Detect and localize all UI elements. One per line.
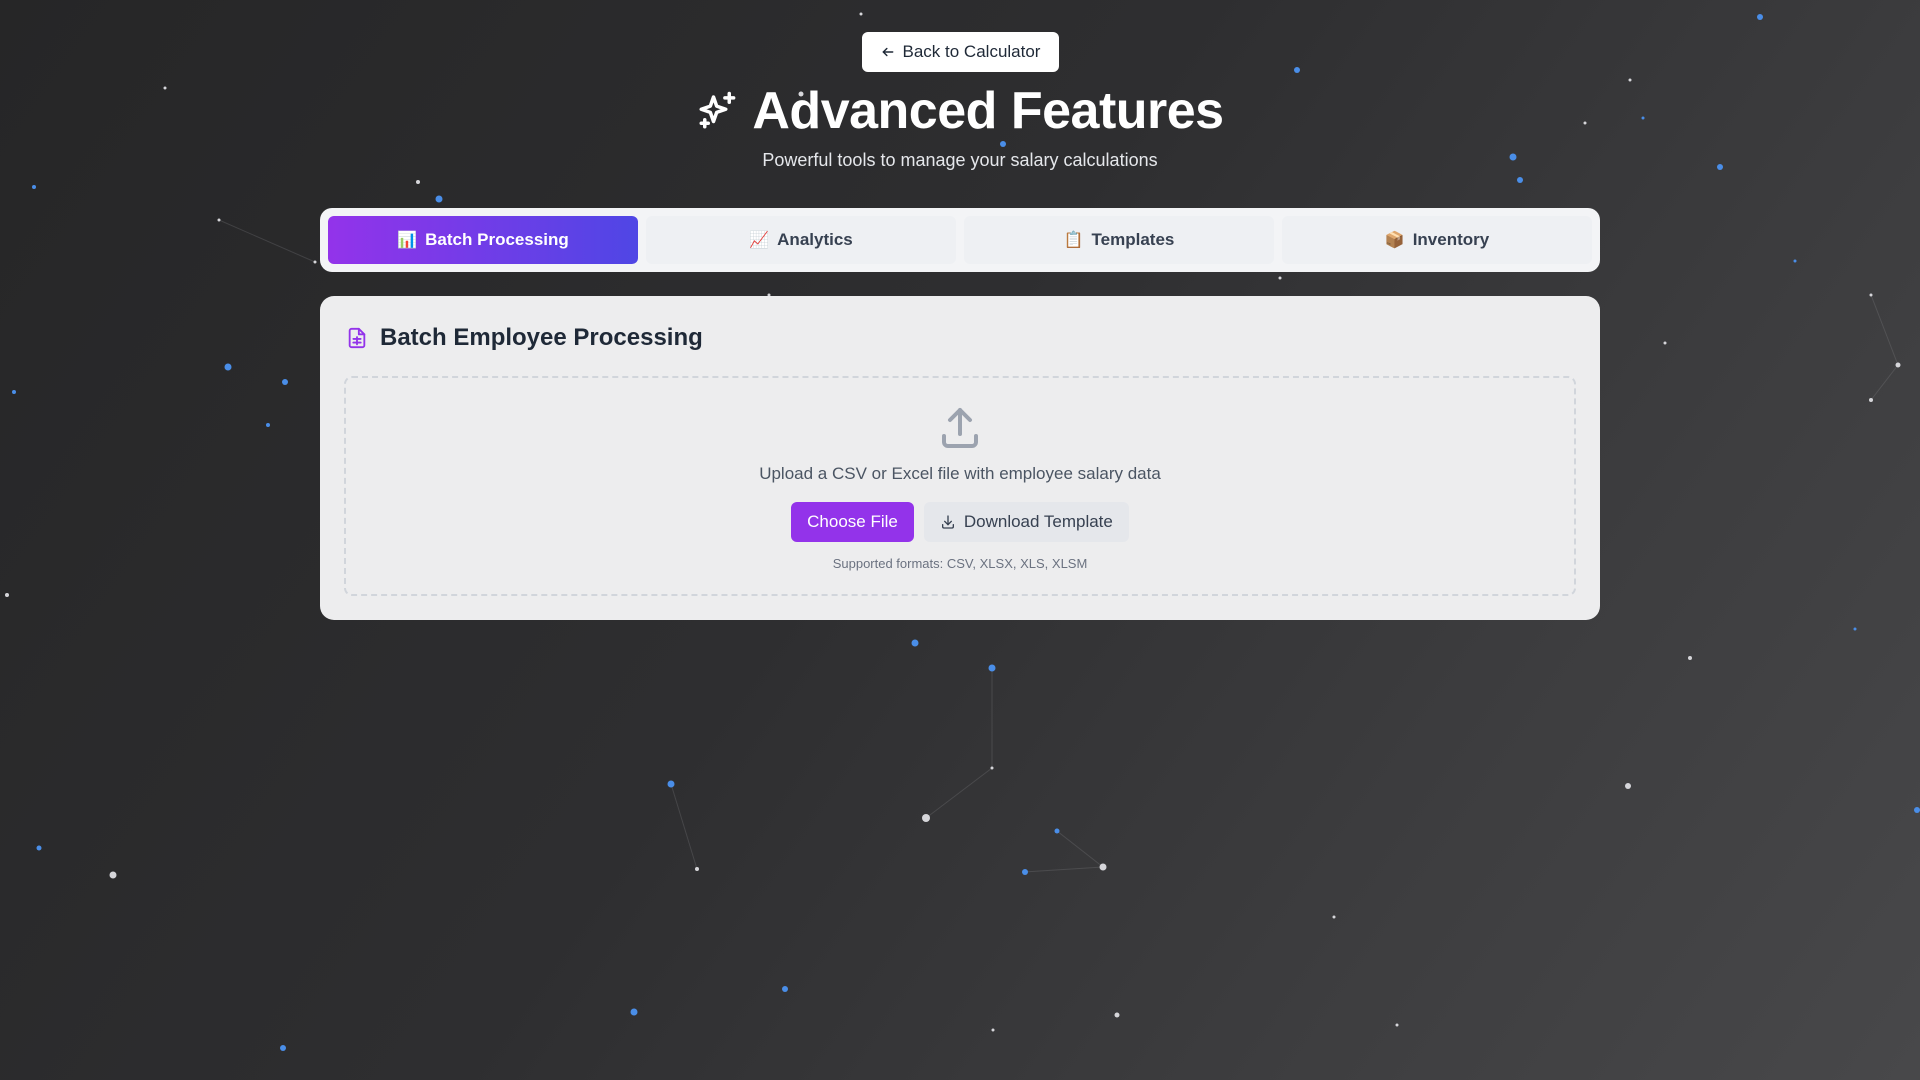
supported-formats-note: Supported formats: CSV, XLSX, XLS, XLSM (832, 556, 1088, 571)
back-button-label: Back to Calculator (902, 42, 1041, 61)
choose-file-button[interactable]: Choose File (791, 502, 914, 542)
download-template-button[interactable]: Download Template (923, 502, 1129, 542)
card-title: Batch Employee Processing (380, 324, 703, 351)
chart-icon: 📊 (397, 232, 418, 249)
page-title-row: Advanced Features (0, 78, 1920, 144)
batch-processing-card: Batch Employee Processing Upload a CSV o… (320, 296, 1600, 620)
file-dropzone[interactable]: Upload a CSV or Excel file with employee… (344, 376, 1576, 596)
upload-instructions: Upload a CSV or Excel file with employee… (759, 464, 1161, 483)
tab-inventory[interactable]: 📦 Inventory (1282, 216, 1592, 264)
download-template-label: Download Template (963, 512, 1113, 531)
feature-tabs: 📊 Batch Processing 📈 Analytics 📋 Templat… (320, 208, 1600, 272)
tab-label: Inventory (1412, 230, 1490, 249)
file-text-icon (348, 327, 366, 349)
card-header: Batch Employee Processing (346, 322, 703, 354)
upload-actions: Choose File Download Template (346, 502, 1574, 542)
clipboard-icon: 📋 (1063, 232, 1084, 249)
tab-batch-processing[interactable]: 📊 Batch Processing (328, 216, 638, 264)
download-icon (941, 515, 954, 529)
page-title: Advanced Features (752, 82, 1224, 140)
back-to-calculator-button[interactable]: Back to Calculator (862, 32, 1059, 72)
tab-label: Analytics (777, 230, 853, 249)
package-icon: 📦 (1384, 232, 1405, 249)
page-subtitle: Powerful tools to manage your salary cal… (762, 150, 1158, 170)
tab-analytics[interactable]: 📈 Analytics (646, 216, 956, 264)
trend-chart-icon: 📈 (749, 232, 770, 249)
arrow-left-icon (882, 47, 893, 57)
tab-label: Templates (1091, 230, 1175, 249)
tab-label: Batch Processing (425, 230, 569, 249)
upload-icon (942, 408, 978, 448)
sparkles-icon (699, 91, 736, 129)
tab-templates[interactable]: 📋 Templates (964, 216, 1274, 264)
